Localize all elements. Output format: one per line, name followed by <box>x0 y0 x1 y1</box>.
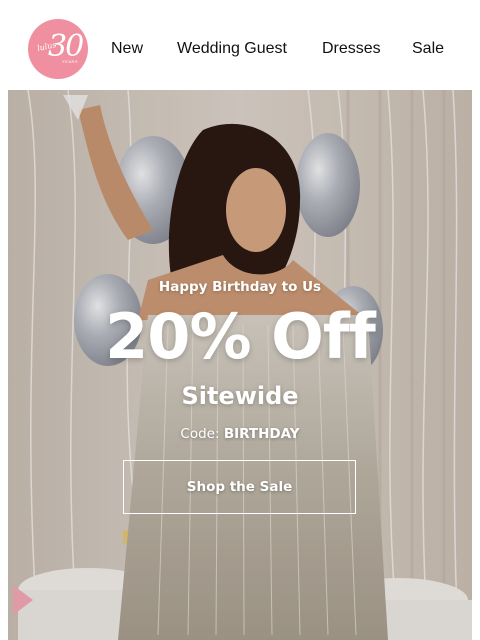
logo-sub-text: YEARS <box>62 59 79 64</box>
hero-banner[interactable]: Happy Birthday to Us 20% Off Sitewide Co… <box>8 90 472 640</box>
nav-item-new[interactable]: New <box>111 40 143 58</box>
shop-the-sale-button[interactable]: Shop the Sale <box>123 460 356 514</box>
site-header: lulus 30 YEARS New Wedding Guest Dresses… <box>0 0 480 90</box>
promo-headline: 20% Off <box>105 300 376 373</box>
promo-code-value: BIRTHDAY <box>223 426 300 442</box>
nav-item-sale[interactable]: Sale <box>412 40 444 58</box>
promo-code: Code: BIRTHDAY <box>8 426 472 442</box>
promo-subhead: Sitewide <box>181 382 299 410</box>
promo-eyebrow: Happy Birthday to Us <box>158 279 322 295</box>
nav-item-dresses[interactable]: Dresses <box>322 40 381 58</box>
promo-code-label: Code: <box>180 426 224 442</box>
nav-item-wedding-guest[interactable]: Wedding Guest <box>177 40 287 58</box>
main-nav: New Wedding Guest Dresses Sale <box>0 40 480 58</box>
promo-overlay: Happy Birthday to Us 20% Off Sitewide Co… <box>8 90 472 640</box>
